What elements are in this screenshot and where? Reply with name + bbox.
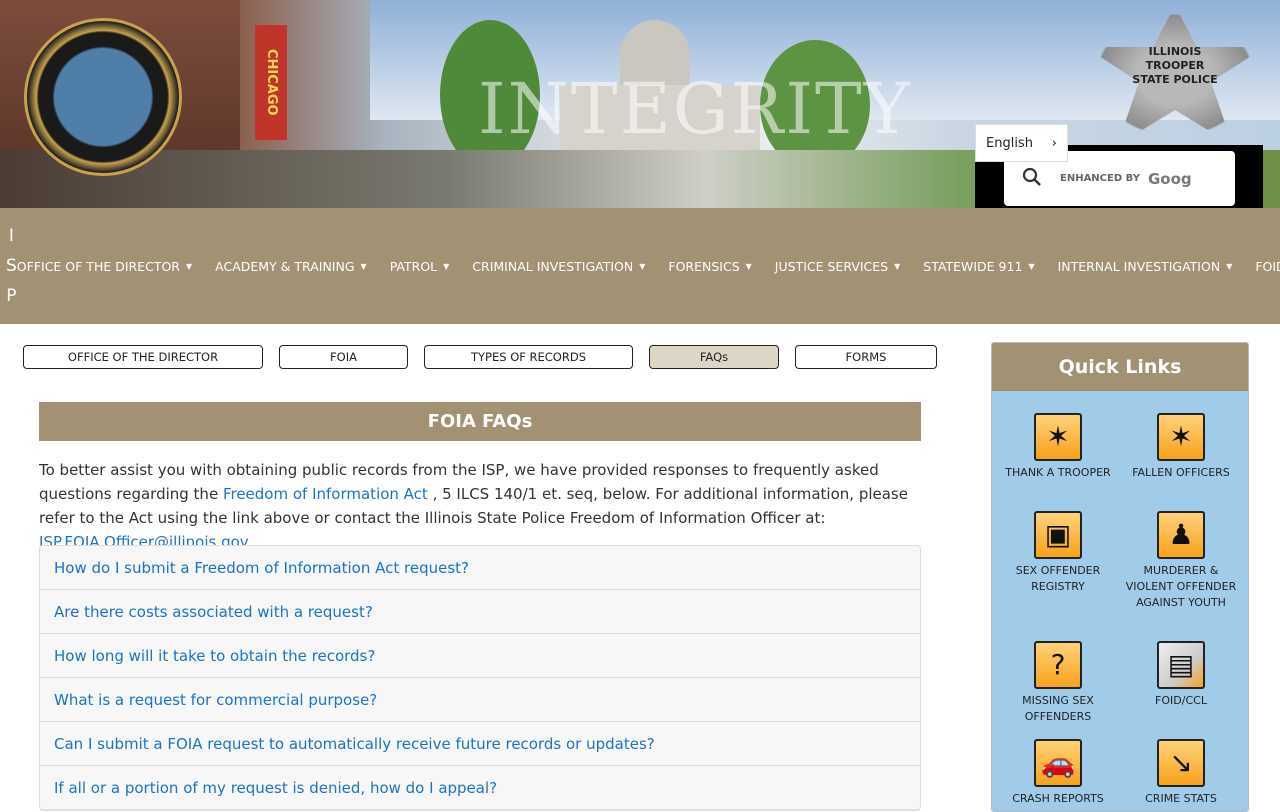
nav-label: CRIMINAL INVESTIGATION (472, 258, 634, 274)
enhanced-by-label: ENHANCED BY (1060, 173, 1140, 184)
subnav-faqs[interactable]: FAQs (649, 345, 779, 369)
quick-link-label: CRIME STATS (1145, 792, 1217, 805)
nav-criminal-investigation[interactable]: CRIMINAL INVESTIGATION ▼ (472, 259, 645, 274)
subnav-foia[interactable]: FOIA (279, 345, 408, 369)
nav-forensics[interactable]: FORENSICS ▼ (668, 259, 751, 274)
nav-label: OFFICE OF THE DIRECTOR (16, 258, 180, 274)
quick-link-crash-reports[interactable]: 🚗 CRASH REPORTS (998, 739, 1118, 807)
foid-card-icon: ▤ (1157, 641, 1205, 689)
nav-office-of-the-director[interactable]: OFFICE OF THE DIRECTOR ▼ (17, 259, 192, 274)
quick-link-thank-a-trooper[interactable]: ✶ THANK A TROOPER (998, 413, 1118, 481)
quick-link-crime-stats[interactable]: ↘ CRIME STATS (1121, 739, 1241, 807)
faq-accordion: How do I submit a Freedom of Information… (39, 545, 921, 811)
quick-link-label: SEX OFFENDER REGISTRY (1015, 564, 1101, 593)
isp-brand[interactable]: I S P (0, 221, 17, 311)
faq-item[interactable]: Can I submit a FOIA request to automatic… (40, 722, 920, 766)
caret-down-icon: ▼ (1028, 261, 1035, 271)
nav-statewide-911[interactable]: STATEWIDE 911 ▼ (923, 259, 1034, 274)
nav-justice-services[interactable]: JUSTICE SERVICES ▼ (775, 259, 900, 274)
nav-label: FOID CARD REVIEW (1255, 258, 1280, 274)
faq-item[interactable]: What is a request for commercial purpose… (40, 678, 920, 722)
faq-item[interactable]: How long will it take to obtain the reco… (40, 634, 920, 678)
caret-down-icon: ▼ (360, 261, 367, 271)
nav-foid-card-review[interactable]: FOID CARD REVIEW (1255, 259, 1280, 274)
search-icon[interactable] (1022, 167, 1042, 191)
subnav-office-of-the-director[interactable]: OFFICE OF THE DIRECTOR (23, 345, 263, 369)
quick-link-label: MISSING SEX OFFENDERS (1022, 694, 1094, 723)
quick-link-label: FOID/CCL (1155, 694, 1207, 707)
crashed-car-icon: 🚗 (1034, 739, 1082, 787)
star-badge-icon: ✶ (1034, 413, 1082, 461)
brand-letter: P (6, 286, 17, 306)
quick-link-label: THANK A TROOPER (1005, 466, 1111, 479)
nav-academy-training[interactable]: ACADEMY & TRAINING ▼ (215, 259, 367, 274)
quick-link-label: MURDERER & VIOLENT OFFENDER AGAINST YOUT… (1125, 564, 1237, 609)
nav-label: PATROL (389, 258, 438, 274)
brand-letter: S (6, 256, 17, 276)
quick-link-murderer-violent-offender[interactable]: ♟ MURDERER & VIOLENT OFFENDER AGAINST YOU… (1121, 511, 1241, 611)
brand-letter: I (8, 226, 14, 246)
quick-link-missing-sex-offenders[interactable]: ? MISSING SEX OFFENDERS (998, 641, 1118, 725)
integrity-watermark: INTEGRITY (478, 68, 912, 150)
isp-seal-logo[interactable] (24, 18, 182, 176)
photo-id-icon: ▣ (1034, 511, 1082, 559)
quick-links-panel: Quick Links ✶ THANK A TROOPER ✶ FALLEN OFF… (991, 342, 1249, 812)
faq-item[interactable]: How do I submit a Freedom of Information… (40, 546, 920, 590)
nav-label: STATEWIDE 911 (923, 258, 1023, 274)
foia-act-link[interactable]: Freedom of Information Act (223, 485, 428, 503)
caret-down-icon: ▼ (186, 261, 193, 271)
quick-link-fallen-officers[interactable]: ✶ FALLEN OFFICERS (1121, 413, 1241, 481)
nav-patrol[interactable]: PATROL ▼ (390, 259, 450, 274)
language-selector[interactable]: English › (975, 124, 1068, 162)
nav-label: JUSTICE SERVICES (774, 258, 889, 274)
chicago-sign: CHICAGO (255, 25, 287, 140)
quick-links-title: Quick Links (992, 343, 1248, 391)
nav-label: FORENSICS (668, 258, 740, 274)
caret-down-icon: ▼ (894, 261, 901, 271)
faq-item[interactable]: If all or a portion of my request is den… (40, 766, 920, 810)
nav-label: INTERNAL INVESTIGATION (1057, 258, 1221, 274)
illinois-map-arrow-icon: ↘ (1157, 739, 1205, 787)
caret-down-icon: ▼ (1226, 261, 1233, 271)
fallen-officer-badge-icon: ✶ (1157, 413, 1205, 461)
language-label: English (986, 136, 1033, 151)
subnav-forms[interactable]: FORMS (795, 345, 937, 369)
subnav-types-of-records[interactable]: TYPES OF RECORDS (424, 345, 633, 369)
caret-down-icon: ▼ (639, 261, 646, 271)
missing-persons-icon: ? (1034, 641, 1082, 689)
family-icon: ♟ (1157, 511, 1205, 559)
caret-down-icon: ▼ (443, 261, 450, 271)
main-nav: I S P OFFICE OF THE DIRECTOR ▼ ACADEMY & … (0, 208, 1280, 324)
quick-link-label: FALLEN OFFICERS (1132, 466, 1230, 479)
quick-link-label: CRASH REPORTS (1012, 792, 1104, 805)
nav-internal-investigation[interactable]: INTERNAL INVESTIGATION ▼ (1058, 259, 1233, 274)
chevron-right-icon: › (1051, 136, 1057, 151)
google-brand: Goog (1147, 169, 1192, 188)
page-title: FOIA FAQs (39, 402, 921, 441)
faq-item[interactable]: Are there costs associated with a reques… (40, 590, 920, 634)
nav-label: ACADEMY & TRAINING (215, 258, 355, 274)
caret-down-icon: ▼ (745, 261, 752, 271)
intro-text: To better assist you with obtaining publ… (39, 458, 924, 554)
header-banner: CHICAGO INTEGRITY ILLINOIS TROOPER STATE… (0, 0, 1280, 208)
trooper-badge-text: ILLINOIS TROOPER STATE POLICE (1132, 45, 1218, 86)
quick-link-sex-offender-registry[interactable]: ▣ SEX OFFENDER REGISTRY (998, 511, 1118, 595)
quick-link-foid-ccl[interactable]: ▤ FOID/CCL (1121, 641, 1241, 709)
